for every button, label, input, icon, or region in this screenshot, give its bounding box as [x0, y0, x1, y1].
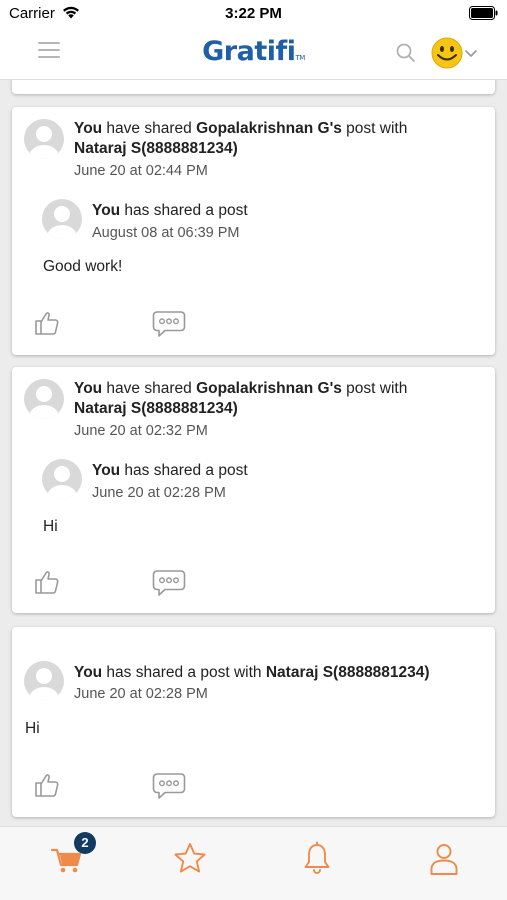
headline-verb: have shared [102, 120, 197, 137]
actor-name[interactable]: You [74, 664, 102, 681]
share-headline: You has shared a post with Nataraj S(888… [74, 663, 484, 683]
headline-verb: have shared [102, 380, 197, 397]
target-name[interactable]: Nataraj S(8888881234) [74, 140, 238, 157]
cart-count-badge: 2 [74, 832, 96, 854]
inner-headline: You has shared a post [92, 201, 248, 221]
star-icon[interactable] [172, 841, 208, 877]
comment-bubble-icon[interactable] [152, 772, 186, 800]
like-thumbs-up-icon[interactable] [34, 310, 60, 336]
previous-card-edge [12, 80, 495, 94]
post-timestamp: June 20 at 02:44 PM [74, 163, 208, 179]
status-bar: Carrier 3:22 PM [0, 0, 507, 28]
inner-timestamp: August 08 at 06:39 PM [92, 225, 240, 241]
post-timestamp: June 20 at 02:32 PM [74, 423, 208, 439]
share-headline: You have shared Gopalakrishnan G's post … [74, 379, 484, 419]
target-name[interactable]: Nataraj S(8888881234) [266, 664, 430, 681]
target-name[interactable]: Nataraj S(8888881234) [74, 400, 238, 417]
headline-verb: has shared a post with [102, 664, 266, 681]
post-message: Hi [25, 720, 40, 737]
post-message: Hi [43, 518, 58, 535]
comment-bubble-icon[interactable] [152, 310, 186, 338]
owner-name[interactable]: Gopalakrishnan G's [196, 380, 342, 397]
inner-headline-text: has shared a post [120, 202, 248, 219]
battery-icon [469, 6, 498, 20]
logo-trademark: TM [295, 54, 306, 62]
smiley-face-icon [431, 37, 463, 69]
inner-actor-name[interactable]: You [92, 462, 120, 479]
profile-avatar-dropdown[interactable] [430, 36, 482, 70]
actor-name[interactable]: You [74, 380, 102, 397]
comment-bubble-icon[interactable] [152, 569, 186, 597]
feed-card: You have shared Gopalakrishnan G's post … [12, 367, 495, 613]
like-thumbs-up-icon[interactable] [34, 772, 60, 798]
inner-actor-name[interactable]: You [92, 202, 120, 219]
like-thumbs-up-icon[interactable] [34, 569, 60, 595]
user-avatar[interactable] [24, 119, 64, 159]
share-headline: You have shared Gopalakrishnan G's post … [74, 119, 484, 159]
post-message: Good work! [43, 258, 123, 275]
inner-timestamp: June 20 at 02:28 PM [92, 485, 226, 501]
top-nav-bar: GratifiTM [0, 28, 507, 80]
actor-name[interactable]: You [74, 120, 102, 137]
clock: 3:22 PM [225, 5, 282, 22]
inner-user-avatar[interactable] [42, 459, 82, 499]
search-icon[interactable] [395, 42, 417, 64]
logo-text: Gratifi [202, 36, 296, 67]
bottom-tab-bar: 2 [0, 826, 507, 900]
inner-headline: You has shared a post [92, 461, 248, 481]
headline-mid: post with [341, 120, 408, 137]
chevron-down-icon [465, 50, 477, 57]
inner-user-avatar[interactable] [42, 199, 82, 239]
owner-name[interactable]: Gopalakrishnan G's [196, 120, 342, 137]
bell-icon[interactable] [299, 841, 335, 877]
headline-mid: post with [341, 380, 408, 397]
person-icon[interactable] [426, 841, 462, 877]
inner-headline-text: has shared a post [120, 462, 248, 479]
post-timestamp: June 20 at 02:28 PM [74, 686, 208, 702]
user-avatar[interactable] [24, 379, 64, 419]
feed-card: You has shared a post with Nataraj S(888… [12, 627, 495, 817]
user-avatar[interactable] [24, 661, 64, 701]
feed-card: You have shared Gopalakrishnan G's post … [12, 107, 495, 355]
activity-feed[interactable]: You have shared Gopalakrishnan G's post … [0, 80, 507, 826]
